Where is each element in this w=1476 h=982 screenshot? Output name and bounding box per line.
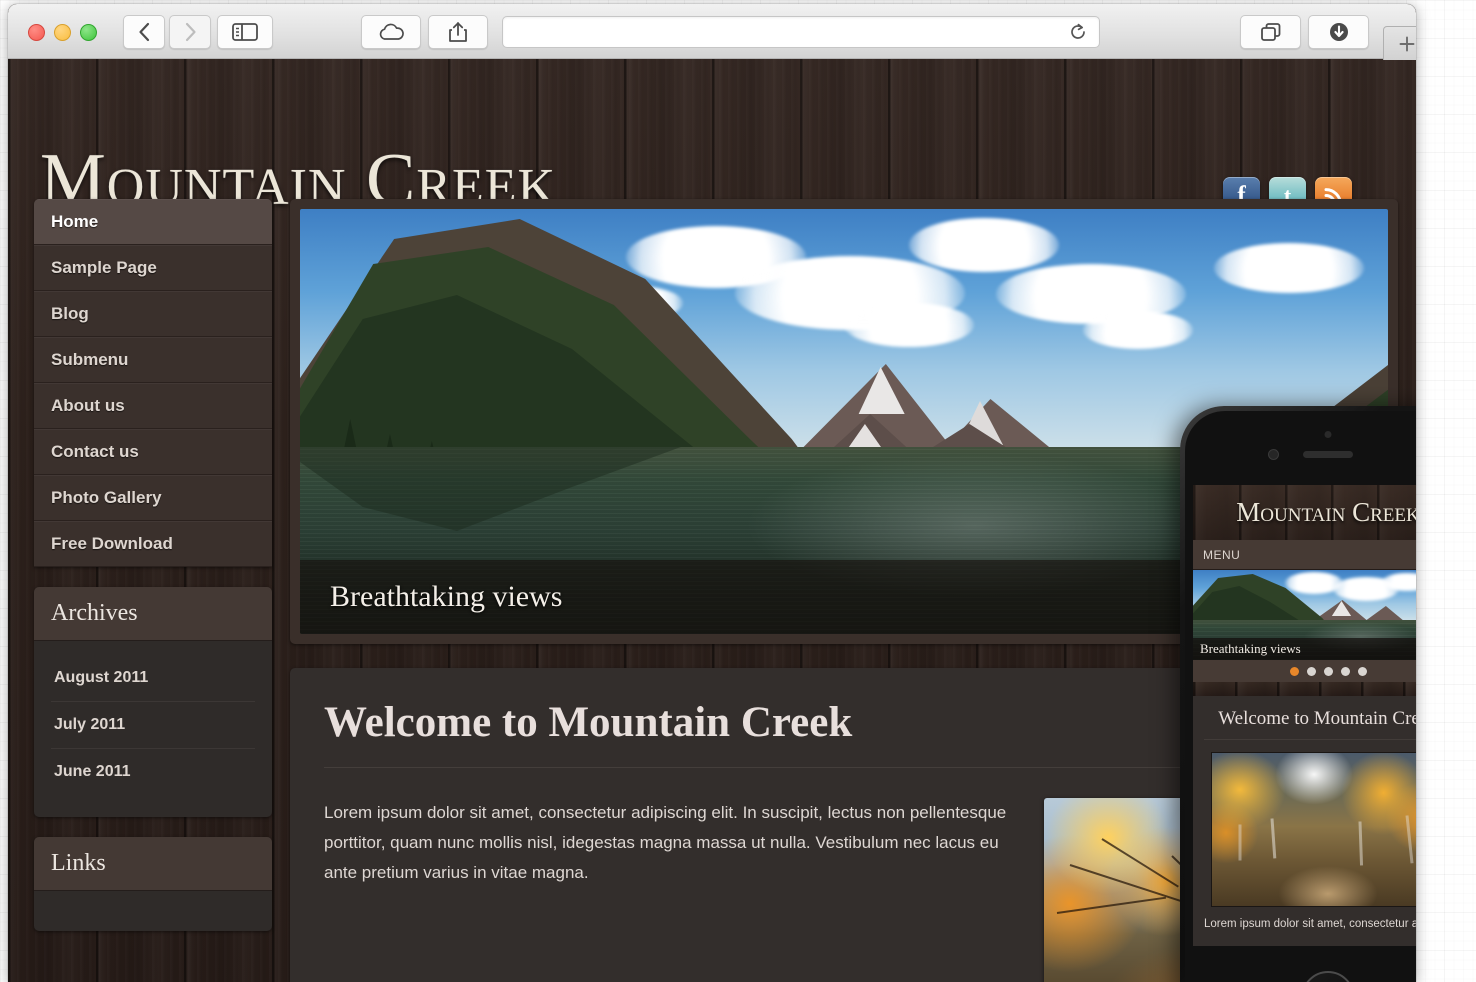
- phone-mockup: Mountain Creek MENU Breathtaking views W…: [1180, 406, 1416, 982]
- phone-slider-caption: Breathtaking views: [1193, 638, 1416, 660]
- phone-page-title: Welcome to Mountain Creek: [1204, 708, 1416, 740]
- browser-toolbar: [8, 4, 1416, 60]
- tab-overview-button[interactable]: [1240, 15, 1301, 49]
- slider-dot-4[interactable]: [1340, 666, 1350, 676]
- archives-widget: Archives August 2011 July 2011 June 2011: [34, 587, 272, 817]
- toolbar-right-group: [1240, 15, 1369, 49]
- content-body-text: Lorem ipsum dolor sit amet, consectetur …: [324, 803, 1007, 882]
- sidebar-toggle-wrap: [217, 15, 273, 49]
- back-button[interactable]: [123, 15, 165, 49]
- links-widget-body: [34, 891, 272, 931]
- phone-content-panel: Welcome to Mountain Creek Lorem ipsum do…: [1193, 696, 1416, 946]
- window-traffic-lights: [28, 24, 97, 41]
- share-icon: [449, 22, 467, 42]
- downloads-button[interactable]: [1308, 15, 1369, 49]
- home-button[interactable]: [1301, 971, 1355, 982]
- phone-site-header: Mountain Creek: [1193, 485, 1416, 540]
- phone-hero-slider[interactable]: Breathtaking views: [1193, 570, 1416, 660]
- phone-sensor: [1324, 431, 1332, 438]
- icloud-tabs-button[interactable]: [361, 15, 421, 49]
- menu-item-about-us[interactable]: About us: [34, 383, 272, 429]
- menu-item-contact-us[interactable]: Contact us: [34, 429, 272, 475]
- new-tab-button[interactable]: [1383, 26, 1416, 60]
- menu-item-submenu[interactable]: Submenu: [34, 337, 272, 383]
- download-icon: [1329, 23, 1348, 41]
- address-bar[interactable]: [502, 16, 1100, 48]
- phone-speaker: [1303, 451, 1353, 458]
- phone-camera: [1268, 449, 1279, 460]
- share-button[interactable]: [428, 15, 488, 49]
- phone-menu-label: MENU: [1203, 547, 1241, 562]
- archive-link-august-2011[interactable]: August 2011: [51, 655, 255, 702]
- plus-icon: [1399, 36, 1415, 51]
- cloud-share-group: [361, 15, 488, 49]
- reload-button[interactable]: [1067, 21, 1089, 43]
- chevron-right-icon: [185, 22, 196, 42]
- phone-slider-pagination: [1193, 660, 1416, 682]
- browser-window: Mountain Creek f t Home Sample Page Blog…: [8, 4, 1416, 982]
- phone-site-logo[interactable]: Mountain Creek: [1236, 497, 1416, 528]
- autumn-forest-path-photo: [1211, 752, 1416, 907]
- sidebar-button[interactable]: [217, 15, 273, 49]
- tab-overview-icon: [1260, 23, 1280, 41]
- menu-item-sample-page[interactable]: Sample Page: [34, 245, 272, 291]
- minimize-window-button[interactable]: [54, 24, 71, 41]
- archives-widget-body: August 2011 July 2011 June 2011: [34, 641, 272, 817]
- site-header: Mountain Creek f t: [8, 59, 1416, 217]
- links-widget: Links: [34, 837, 272, 931]
- main-menu: Home Sample Page Blog Submenu About us C…: [34, 199, 272, 567]
- slider-dot-5[interactable]: [1357, 666, 1367, 676]
- menu-item-home[interactable]: Home: [34, 199, 272, 245]
- phone-menu-bar[interactable]: MENU: [1193, 540, 1416, 570]
- sidebar-icon: [232, 23, 258, 41]
- archives-widget-title: Archives: [34, 587, 272, 641]
- slider-dot-1[interactable]: [1289, 666, 1299, 676]
- chevron-left-icon: [138, 22, 149, 42]
- navigation-buttons: [123, 15, 211, 49]
- close-window-button[interactable]: [28, 24, 45, 41]
- phone-screen: Mountain Creek MENU Breathtaking views W…: [1193, 485, 1416, 946]
- archive-link-july-2011[interactable]: July 2011: [51, 702, 255, 749]
- forward-button[interactable]: [169, 15, 211, 49]
- phone-body: Mountain Creek MENU Breathtaking views W…: [1185, 411, 1416, 982]
- menu-item-blog[interactable]: Blog: [34, 291, 272, 337]
- archive-link-june-2011[interactable]: June 2011: [51, 749, 255, 795]
- links-widget-title: Links: [34, 837, 272, 891]
- cloud-icon: [379, 23, 404, 40]
- menu-item-photo-gallery[interactable]: Photo Gallery: [34, 475, 272, 521]
- website-viewport: Mountain Creek f t Home Sample Page Blog…: [8, 59, 1416, 982]
- phone-wood-divider: [1193, 682, 1416, 696]
- phone-content-body-text: Lorem ipsum dolor sit amet, consectetur …: [1204, 918, 1416, 930]
- slider-dot-3[interactable]: [1323, 666, 1333, 676]
- slider-dot-2[interactable]: [1306, 666, 1316, 676]
- sidebar: Home Sample Page Blog Submenu About us C…: [34, 199, 272, 982]
- reload-icon: [1071, 23, 1085, 39]
- menu-item-free-download[interactable]: Free Download: [34, 521, 272, 567]
- zoom-window-button[interactable]: [80, 24, 97, 41]
